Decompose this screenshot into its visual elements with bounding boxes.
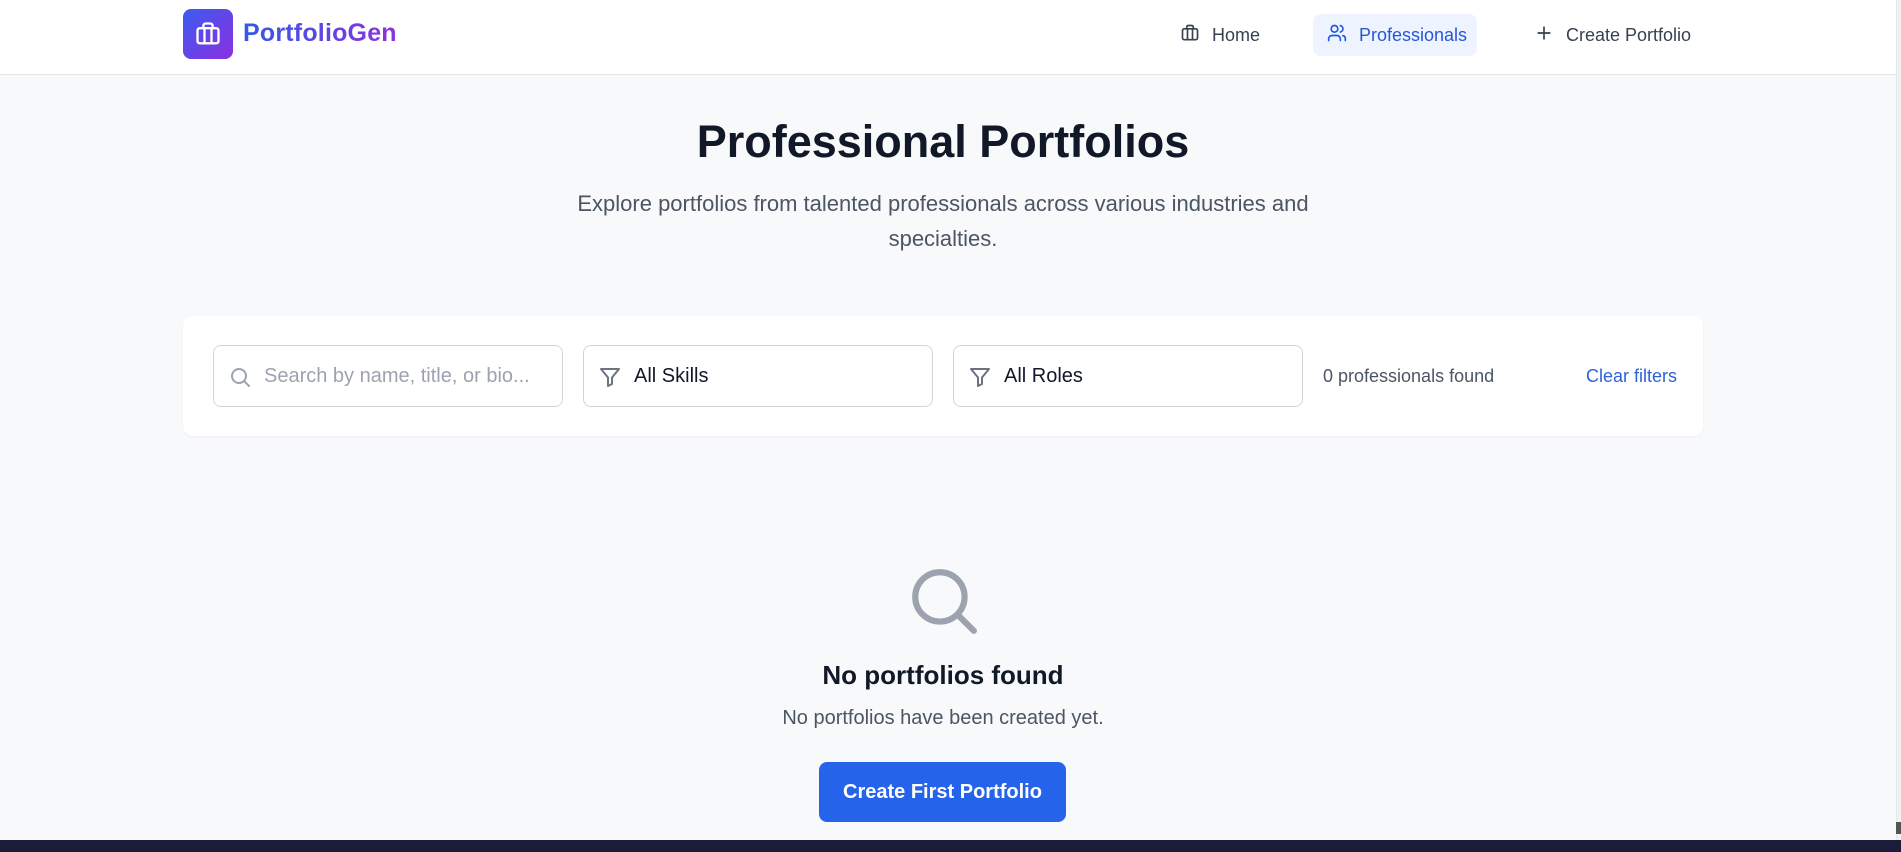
create-first-portfolio-button[interactable]: Create First Portfolio — [819, 762, 1066, 822]
page-title: Professional Portfolios — [696, 116, 1190, 167]
nav-home-label: Home — [1212, 24, 1261, 45]
filter-icon — [598, 365, 622, 394]
nav-home[interactable]: Home — [1166, 14, 1274, 56]
search-input[interactable]: Search by name, title, or bio... — [213, 345, 563, 407]
briefcase-icon[interactable] — [183, 9, 233, 59]
nav-create-label: Create Portfolio — [1566, 24, 1692, 45]
nav-create-portfolio[interactable]: Create Portfolio — [1520, 14, 1705, 56]
filter-icon — [968, 365, 992, 394]
skills-filter-value: All Skills — [634, 364, 709, 387]
top-navbar: PortfolioGen Home Professionals Create P… — [0, 0, 1896, 75]
users-icon — [1327, 23, 1347, 48]
roles-filter-select[interactable]: All Roles — [953, 345, 1303, 407]
building-icon — [1180, 23, 1200, 48]
clear-filters-link[interactable]: Clear filters — [1586, 366, 1677, 387]
os-taskbar — [0, 840, 1901, 852]
page-subtitle: Explore portfolios from talented profess… — [577, 191, 1309, 251]
roles-filter-value: All Roles — [1004, 364, 1083, 387]
search-placeholder: Search by name, title, or bio... — [264, 364, 530, 387]
filters-panel: Search by name, title, or bio... All Ski… — [183, 316, 1703, 436]
nav-professionals[interactable]: Professionals — [1313, 14, 1477, 56]
results-count: 0 professionals found — [1323, 366, 1495, 386]
search-icon — [228, 365, 252, 394]
scroll-down-arrow[interactable] — [1896, 822, 1901, 834]
search-icon — [906, 563, 980, 642]
plus-icon — [1534, 23, 1554, 48]
nav-professionals-label: Professionals — [1359, 24, 1468, 45]
vertical-scrollbar[interactable] — [1896, 0, 1901, 840]
app-logo-text[interactable]: PortfolioGen — [243, 19, 397, 48]
empty-state-title: No portfolios found — [822, 660, 1064, 690]
skills-filter-select[interactable]: All Skills — [583, 345, 933, 407]
empty-state-message: No portfolios have been created yet. — [782, 707, 1104, 729]
